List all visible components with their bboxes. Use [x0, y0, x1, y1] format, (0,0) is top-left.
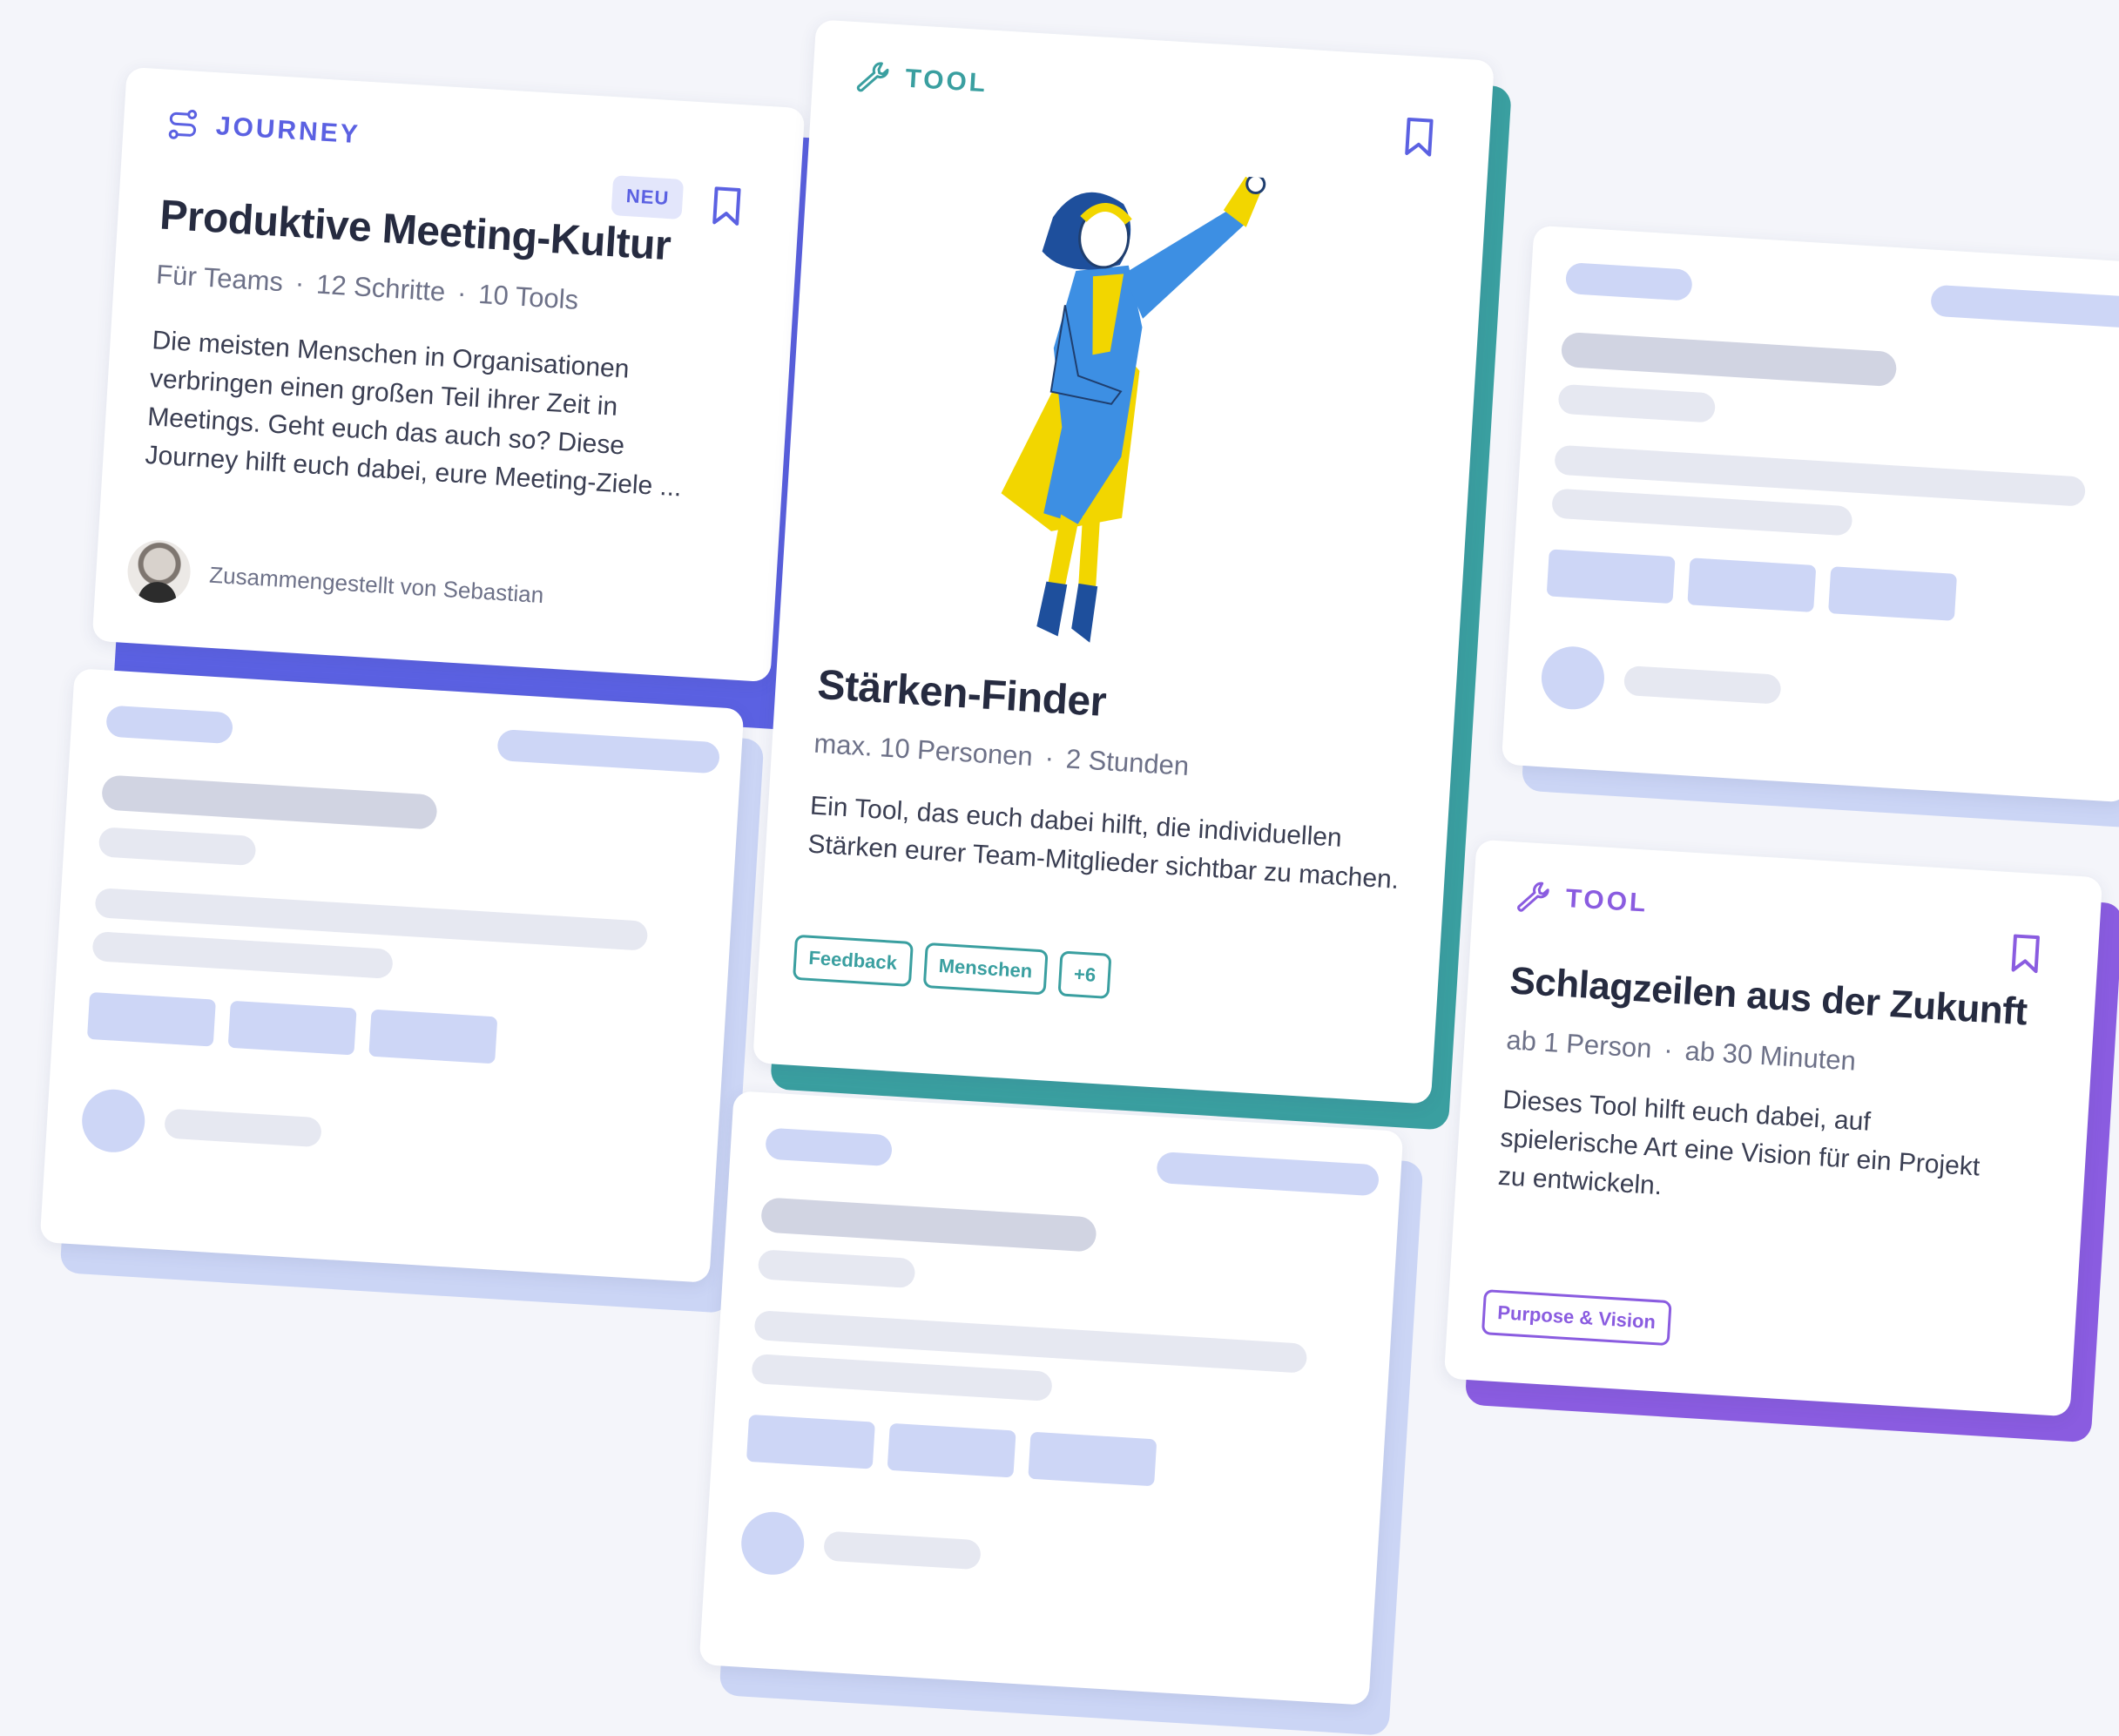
bookmark-icon[interactable] [711, 186, 743, 227]
tag-menschen[interactable]: Menschen [922, 942, 1049, 996]
journey-card[interactable]: JOURNEY NEU Produktive Meeting-Kultur Fü… [91, 66, 806, 683]
skeleton-tag [1546, 549, 1676, 605]
skeleton-tag [746, 1414, 875, 1469]
skeleton-badge [1930, 284, 2119, 329]
skeleton-tag [1028, 1431, 1157, 1487]
new-badge: NEU [611, 175, 685, 220]
skeleton-author [164, 1108, 322, 1148]
skeleton-title [1560, 331, 1898, 388]
meta-duration: ab 30 Minuten [1684, 1035, 1857, 1077]
bookmark-icon[interactable] [1403, 117, 1435, 159]
skeleton-line [751, 1353, 1053, 1402]
skeleton-tag [368, 1009, 498, 1064]
meta-separator: · [1663, 1034, 1674, 1065]
schlagzeilen-description: Dieses Tool hilft euch dabei, auf spiele… [1497, 1085, 1981, 1201]
meta-steps: 12 Schritte [315, 268, 447, 307]
skeleton-card [1501, 225, 2119, 803]
meta-duration: 2 Stunden [1064, 743, 1191, 781]
tag-more[interactable]: +6 [1057, 950, 1112, 999]
skeleton-badge [1156, 1151, 1380, 1197]
skeleton-tag [86, 991, 216, 1047]
meta-audience: Für Teams [155, 259, 285, 298]
skeleton-title [101, 774, 438, 830]
meta-separator: · [456, 277, 468, 309]
skeleton-tag [1687, 557, 1817, 612]
skeleton-badge [496, 728, 721, 774]
skeleton-meta [98, 827, 257, 867]
skeleton-meta [1557, 383, 1717, 423]
skeleton-card [698, 1091, 1404, 1706]
meta-separator: · [1043, 741, 1056, 773]
staerken-kind: TOOL [854, 58, 989, 101]
author-label: Zusammengestellt von Sebastian [208, 561, 545, 608]
meta-people: max. 10 Personen [813, 727, 1034, 773]
skeleton-author [1623, 665, 1782, 705]
staerken-tags: Feedback Menschen +6 [793, 934, 1124, 1000]
schlagzeilen-card[interactable]: TOOL Schlagzeilen aus der Zukunft ab 1 P… [1443, 839, 2103, 1417]
schlagzeilen-kind: TOOL [1515, 878, 1650, 921]
skeleton-tag [1828, 566, 1958, 621]
skeleton-label [105, 705, 234, 745]
superhero-illustration [1001, 173, 1266, 643]
schlagzeilen-tags: Purpose & Vision [1481, 1289, 1684, 1347]
skeleton-avatar [739, 1510, 806, 1577]
route-icon [168, 109, 198, 139]
journey-kind: JOURNEY [165, 106, 361, 153]
staerken-kind-label: TOOL [904, 64, 989, 98]
skeleton-line [91, 930, 394, 979]
journey-meta: Für Teams · 12 Schritte · 10 Tools [155, 259, 579, 316]
journey-description: Die meisten Menschen in Organisationen v… [144, 326, 683, 503]
staerken-card[interactable]: TOOL Stärken-Finder max. 10 Personen · 2 S… [752, 19, 1495, 1104]
skeleton-author [823, 1530, 982, 1571]
staerken-description: Ein Tool, das euch dabei hilft, die indi… [806, 791, 1400, 895]
wrench-icon [856, 62, 889, 92]
skeleton-label [765, 1127, 894, 1167]
avatar [125, 537, 192, 605]
wrench-icon [1517, 882, 1549, 912]
staerken-meta: max. 10 Personen · 2 Stunden [813, 727, 1191, 782]
schlagzeilen-kind-label: TOOL [1564, 883, 1650, 918]
schlagzeilen-meta: ab 1 Person · ab 30 Minuten [1505, 1024, 1857, 1077]
schlagzeilen-title[interactable]: Schlagzeilen aus der Zukunft [1508, 959, 2028, 1034]
meta-people: ab 1 Person [1505, 1024, 1653, 1064]
staerken-title[interactable]: Stärken-Finder [816, 661, 1107, 726]
skeleton-card [39, 668, 745, 1283]
skeleton-avatar [80, 1087, 147, 1154]
skeleton-avatar [1539, 645, 1607, 712]
skeleton-tag [227, 1000, 357, 1056]
tag-purpose-vision[interactable]: Purpose & Vision [1481, 1289, 1672, 1347]
journey-title[interactable]: Produktive Meeting-Kultur [159, 191, 672, 270]
skeleton-line [1551, 488, 1853, 537]
skeleton-meta [757, 1249, 916, 1289]
skeleton-title [760, 1197, 1097, 1253]
journey-author: Zusammengestellt von Sebastian [125, 537, 545, 626]
meta-tools: 10 Tools [477, 278, 580, 315]
skeleton-label [1564, 261, 1693, 301]
tag-feedback[interactable]: Feedback [793, 934, 914, 987]
meta-separator: · [294, 267, 306, 299]
bookmark-icon[interactable] [2009, 933, 2041, 975]
skeleton-tag [887, 1422, 1016, 1478]
journey-kind-label: JOURNEY [214, 111, 361, 150]
